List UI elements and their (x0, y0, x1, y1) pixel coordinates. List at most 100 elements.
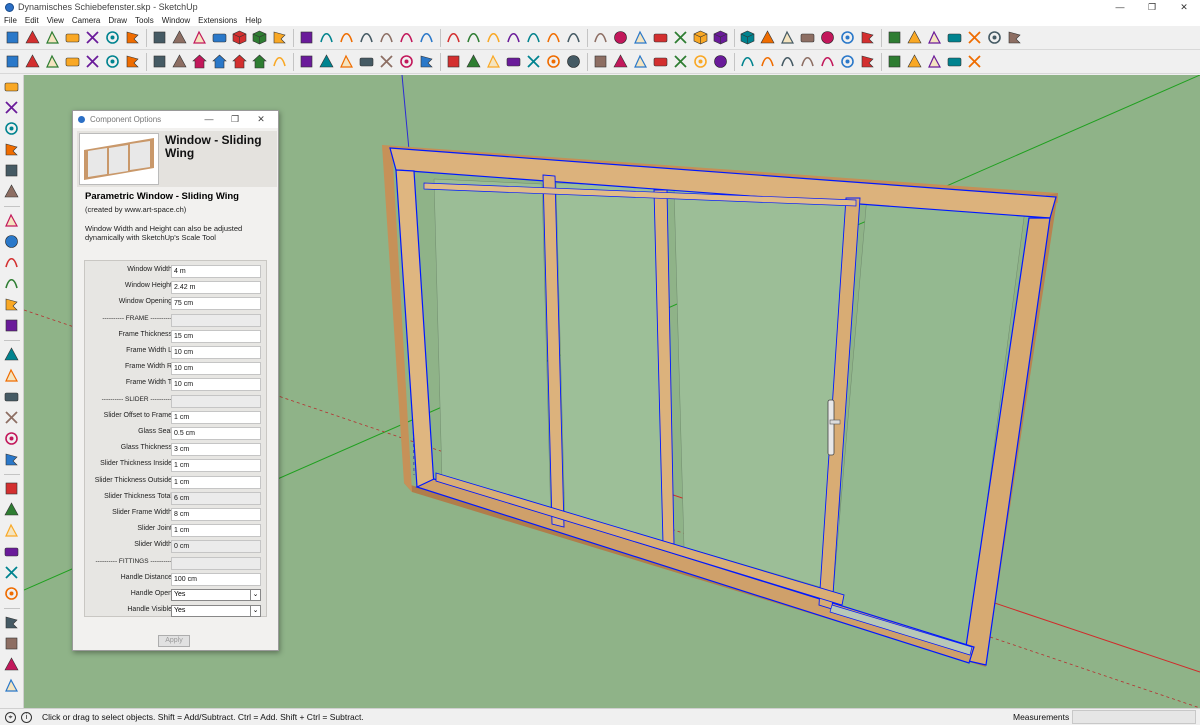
sandbox-1-icon[interactable] (4, 53, 21, 70)
curve-6-icon[interactable] (505, 29, 522, 46)
option-select[interactable]: Yes ⌄ (171, 605, 261, 618)
geo-location-icon[interactable]: ⌖ (5, 711, 16, 723)
measure-icon[interactable] (505, 53, 522, 70)
spiral-icon[interactable] (465, 29, 482, 46)
view-5-icon[interactable] (378, 53, 395, 70)
menu-tools[interactable]: Tools (135, 16, 154, 25)
zoom-3-icon[interactable] (485, 53, 502, 70)
zoom-1-icon[interactable] (445, 53, 462, 70)
curve-a-icon[interactable] (739, 53, 756, 70)
select-tool-icon[interactable] (3, 78, 20, 95)
plus-circle-icon[interactable] (565, 53, 582, 70)
chevron-down-icon[interactable]: ⌄ (250, 590, 260, 600)
curve-4-icon[interactable] (378, 29, 395, 46)
record-icon[interactable] (3, 677, 20, 694)
dim-2-icon[interactable] (859, 53, 876, 70)
curve-2-icon[interactable] (338, 29, 355, 46)
sandbox-2-icon[interactable] (24, 53, 41, 70)
list-icon[interactable] (946, 29, 963, 46)
curve-d-icon[interactable] (799, 53, 816, 70)
freehand-tool-icon[interactable] (3, 183, 20, 200)
sandbox-6-icon[interactable] (104, 53, 121, 70)
menu-edit[interactable]: Edit (25, 16, 39, 25)
tape-icon[interactable] (211, 29, 228, 46)
sandbox-5-icon[interactable] (84, 53, 101, 70)
info-icon[interactable]: i (21, 711, 32, 723)
color-icon[interactable] (986, 29, 1003, 46)
view-4-icon[interactable] (358, 53, 375, 70)
view-1-icon[interactable] (298, 53, 315, 70)
circle-icon[interactable] (612, 29, 629, 46)
house-blue-icon[interactable] (231, 53, 248, 70)
dim-6-icon[interactable] (946, 53, 963, 70)
walk-tool-icon[interactable] (3, 430, 20, 447)
user-tool-icon[interactable] (3, 162, 20, 179)
section-icon[interactable] (859, 29, 876, 46)
layer-manager-icon[interactable] (779, 29, 796, 46)
pie-tool-icon[interactable] (3, 317, 20, 334)
tree-icon[interactable] (592, 53, 609, 70)
arc-5-icon[interactable] (545, 29, 562, 46)
move-tool-icon[interactable] (3, 141, 20, 158)
shape-icon[interactable] (672, 29, 689, 46)
circle-tool-icon[interactable] (3, 233, 20, 250)
option-input[interactable]: 75 cm (171, 297, 261, 311)
menu-window[interactable]: Window (162, 16, 190, 25)
curve-3-icon[interactable] (358, 29, 375, 46)
pen-icon[interactable] (839, 29, 856, 46)
cloud-icon[interactable] (652, 53, 669, 70)
zoom-tool-icon[interactable] (3, 388, 20, 405)
mail-icon[interactable] (692, 53, 709, 70)
eraser-tool-icon[interactable] (3, 99, 20, 116)
sandbox-3-icon[interactable] (44, 53, 61, 70)
tape-tool-icon[interactable] (3, 409, 20, 426)
spiral-red-icon[interactable] (271, 53, 288, 70)
dim-7-icon[interactable] (966, 53, 983, 70)
option-select[interactable]: Yes ⌄ (171, 589, 261, 601)
curve-e-icon[interactable] (819, 53, 836, 70)
house-green-icon[interactable] (211, 53, 228, 70)
forward-icon[interactable] (799, 29, 816, 46)
menu-help[interactable]: Help (245, 16, 261, 25)
cube-blue-icon[interactable] (712, 29, 729, 46)
cube-red-icon[interactable] (692, 29, 709, 46)
option-input[interactable]: 1 cm (171, 524, 261, 538)
zoom-extents-tool-icon[interactable] (3, 543, 20, 560)
arrow-icon[interactable] (1006, 29, 1023, 46)
tag-icon[interactable] (64, 29, 81, 46)
scenes-icon[interactable] (759, 29, 776, 46)
box-icon[interactable] (251, 29, 268, 46)
extension-icon[interactable] (171, 29, 188, 46)
star-icon[interactable] (906, 29, 923, 46)
view-3-icon[interactable] (338, 53, 355, 70)
dialog-maximize-button[interactable]: ❐ (222, 111, 248, 128)
ruby-icon[interactable] (191, 29, 208, 46)
dialog-close-button[interactable]: ✕ (248, 111, 274, 128)
style-5-icon[interactable] (3, 656, 20, 673)
arc-4-icon[interactable] (525, 29, 542, 46)
sandbox-4-icon[interactable] (64, 53, 81, 70)
view-2-icon[interactable] (318, 53, 335, 70)
close-button[interactable]: ✕ (1168, 0, 1200, 14)
eraser-icon[interactable] (24, 29, 41, 46)
reload-icon[interactable] (271, 29, 288, 46)
arc-tool-icon[interactable] (3, 254, 20, 271)
select-icon[interactable] (4, 29, 21, 46)
curve-1-icon[interactable] (318, 29, 335, 46)
checker-icon[interactable] (632, 53, 649, 70)
refresh-icon[interactable] (525, 53, 542, 70)
option-input[interactable]: 2.42 m (171, 281, 261, 295)
pencil-icon[interactable] (151, 53, 168, 70)
push-pull-icon[interactable] (104, 29, 121, 46)
orbit-tool-icon[interactable] (3, 480, 20, 497)
dim-4-icon[interactable] (906, 53, 923, 70)
rounded-icon[interactable] (652, 29, 669, 46)
minimize-button[interactable]: — (1104, 0, 1136, 14)
tag-tool-icon[interactable] (3, 120, 20, 137)
walk-icon[interactable] (84, 29, 101, 46)
option-input[interactable]: 1 cm (171, 459, 261, 473)
curve-c-icon[interactable] (779, 53, 796, 70)
house-yellow-icon[interactable] (191, 53, 208, 70)
view-6-icon[interactable] (398, 53, 415, 70)
house-purple-icon[interactable] (251, 53, 268, 70)
